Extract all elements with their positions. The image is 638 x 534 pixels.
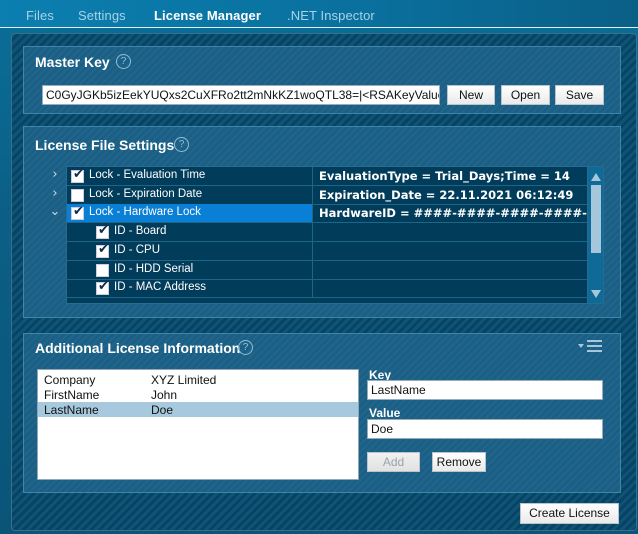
list-item-value: XYZ Limited <box>151 373 217 387</box>
tree-row-name-cell[interactable]: › Lock - Expiration Date <box>52 185 313 204</box>
save-button[interactable]: Save <box>555 85 604 105</box>
list-item-key: LastName <box>44 403 99 417</box>
checkbox[interactable]: ✔ <box>96 223 109 240</box>
checkbox[interactable]: ✔ <box>96 241 109 258</box>
scroll-up-icon[interactable] <box>590 172 602 182</box>
tree-row-label: ID - HDD Serial <box>114 262 194 275</box>
license-file-settings-title: License File Settings <box>35 137 175 153</box>
tree-row-label: ID - CPU <box>114 243 160 256</box>
checkbox[interactable]: ✔ <box>96 279 109 296</box>
tree-row-name-cell[interactable]: ⌄ ✔ Lock - Hardware Lock <box>50 204 313 223</box>
list-item[interactable]: FirstName John <box>38 387 358 402</box>
tree-row[interactable]: › Lock - Expiration Date Expiration_Date =… <box>52 185 587 205</box>
help-icon[interactable]: ? <box>174 137 189 152</box>
help-icon[interactable]: ? <box>238 340 253 355</box>
open-button[interactable]: Open <box>501 85 550 105</box>
tab-net-inspector[interactable]: .NET Inspector <box>287 8 375 23</box>
list-item[interactable]: Company XYZ Limited <box>38 372 358 387</box>
key-input[interactable]: LastName <box>367 380 603 400</box>
check-icon: ✔ <box>98 279 109 295</box>
help-icon[interactable]: ? <box>116 54 131 69</box>
tree-row-name-cell[interactable]: ✔ ID - CPU <box>67 241 313 260</box>
create-license-button[interactable]: Create License <box>520 503 619 524</box>
tree-row-name-cell[interactable]: ✔ ID - Board <box>67 223 313 242</box>
tree-row[interactable]: ✔ ID - MAC Address <box>67 279 587 299</box>
scroll-down-icon[interactable] <box>590 289 602 299</box>
tree-row-name-cell[interactable]: ✔ ID - MAC Address <box>67 279 313 298</box>
license-settings-tree: › ✔ Lock - Evaluation Time EvaluationType =… <box>50 166 589 304</box>
value-label: Value <box>369 406 401 420</box>
tree-row-label: ID - Board <box>114 225 167 238</box>
tree-row-label: Lock - Hardware Lock <box>89 206 201 219</box>
remove-button[interactable]: Remove <box>432 452 486 472</box>
master-key-input[interactable]: C0GyJGKb5izEekYUQxs2CuXFRo2tt2mNkKZ1woQT… <box>42 85 440 105</box>
list-item[interactable]: LastName Doe <box>38 402 358 417</box>
tree-row[interactable]: ✔ ID - CPU <box>67 241 587 261</box>
tree-row-value: EvaluationType = Trial_Days;Time = 14 <box>319 169 570 183</box>
list-item-value: Doe <box>151 403 174 417</box>
top-navigation: Files Settings License Manager .NET Insp… <box>0 0 638 28</box>
chevron-right-icon[interactable]: › <box>48 167 62 185</box>
list-item-key: FirstName <box>44 388 100 402</box>
master-key-title: Master Key <box>35 54 110 70</box>
tab-license-manager[interactable]: License Manager <box>154 8 261 23</box>
tree-row[interactable]: ID - HDD Serial <box>67 260 587 280</box>
tree-row-label: Lock - Expiration Date <box>89 187 203 200</box>
checkbox[interactable] <box>96 263 109 277</box>
new-button[interactable]: New <box>447 85 495 105</box>
check-icon: ✔ <box>98 241 109 257</box>
list-item-value: John <box>151 388 178 402</box>
additional-info-title: Additional License Information <box>35 340 241 356</box>
tree-row[interactable]: › ✔ Lock - Evaluation Time EvaluationType =… <box>52 167 587 186</box>
tree-row-value: HardwareID = ####-####-####-####-#### <box>319 206 589 221</box>
tree-scrollbar[interactable] <box>587 166 604 304</box>
checkbox[interactable]: ✔ <box>71 167 84 183</box>
check-icon: ✔ <box>73 204 84 220</box>
check-icon: ✔ <box>73 167 84 182</box>
tree-row-name-cell[interactable]: › ✔ Lock - Evaluation Time <box>52 167 313 185</box>
checkbox[interactable]: ✔ <box>71 204 84 221</box>
panel-menu-icon[interactable] <box>578 339 604 353</box>
scroll-thumb[interactable] <box>591 185 601 253</box>
tree-row-value: Expiration_Date = 22.11.2021 06:12:49 <box>319 187 574 202</box>
tab-files[interactable]: Files <box>26 8 54 23</box>
chevron-down-icon[interactable]: ⌄ <box>48 204 62 222</box>
list-item-key: Company <box>44 373 96 387</box>
value-input[interactable]: Doe <box>367 419 603 439</box>
checkbox[interactable] <box>71 188 84 202</box>
tab-settings[interactable]: Settings <box>78 8 126 23</box>
tree-row[interactable]: ✔ ID - Board <box>67 223 587 243</box>
add-button[interactable]: Add <box>367 452 420 472</box>
tree-row-label: Lock - Evaluation Time <box>89 169 206 181</box>
tree-row[interactable]: ⌄ ✔ Lock - Hardware Lock HardwareID = ####-… <box>50 204 589 224</box>
tree-row-label: ID - MAC Address <box>114 281 207 294</box>
chevron-right-icon[interactable]: › <box>48 186 62 204</box>
check-icon: ✔ <box>98 223 109 239</box>
key-value-list[interactable]: Company XYZ Limited FirstName John LastN… <box>37 369 359 480</box>
tree-row-name-cell[interactable]: ID - HDD Serial <box>67 260 313 279</box>
